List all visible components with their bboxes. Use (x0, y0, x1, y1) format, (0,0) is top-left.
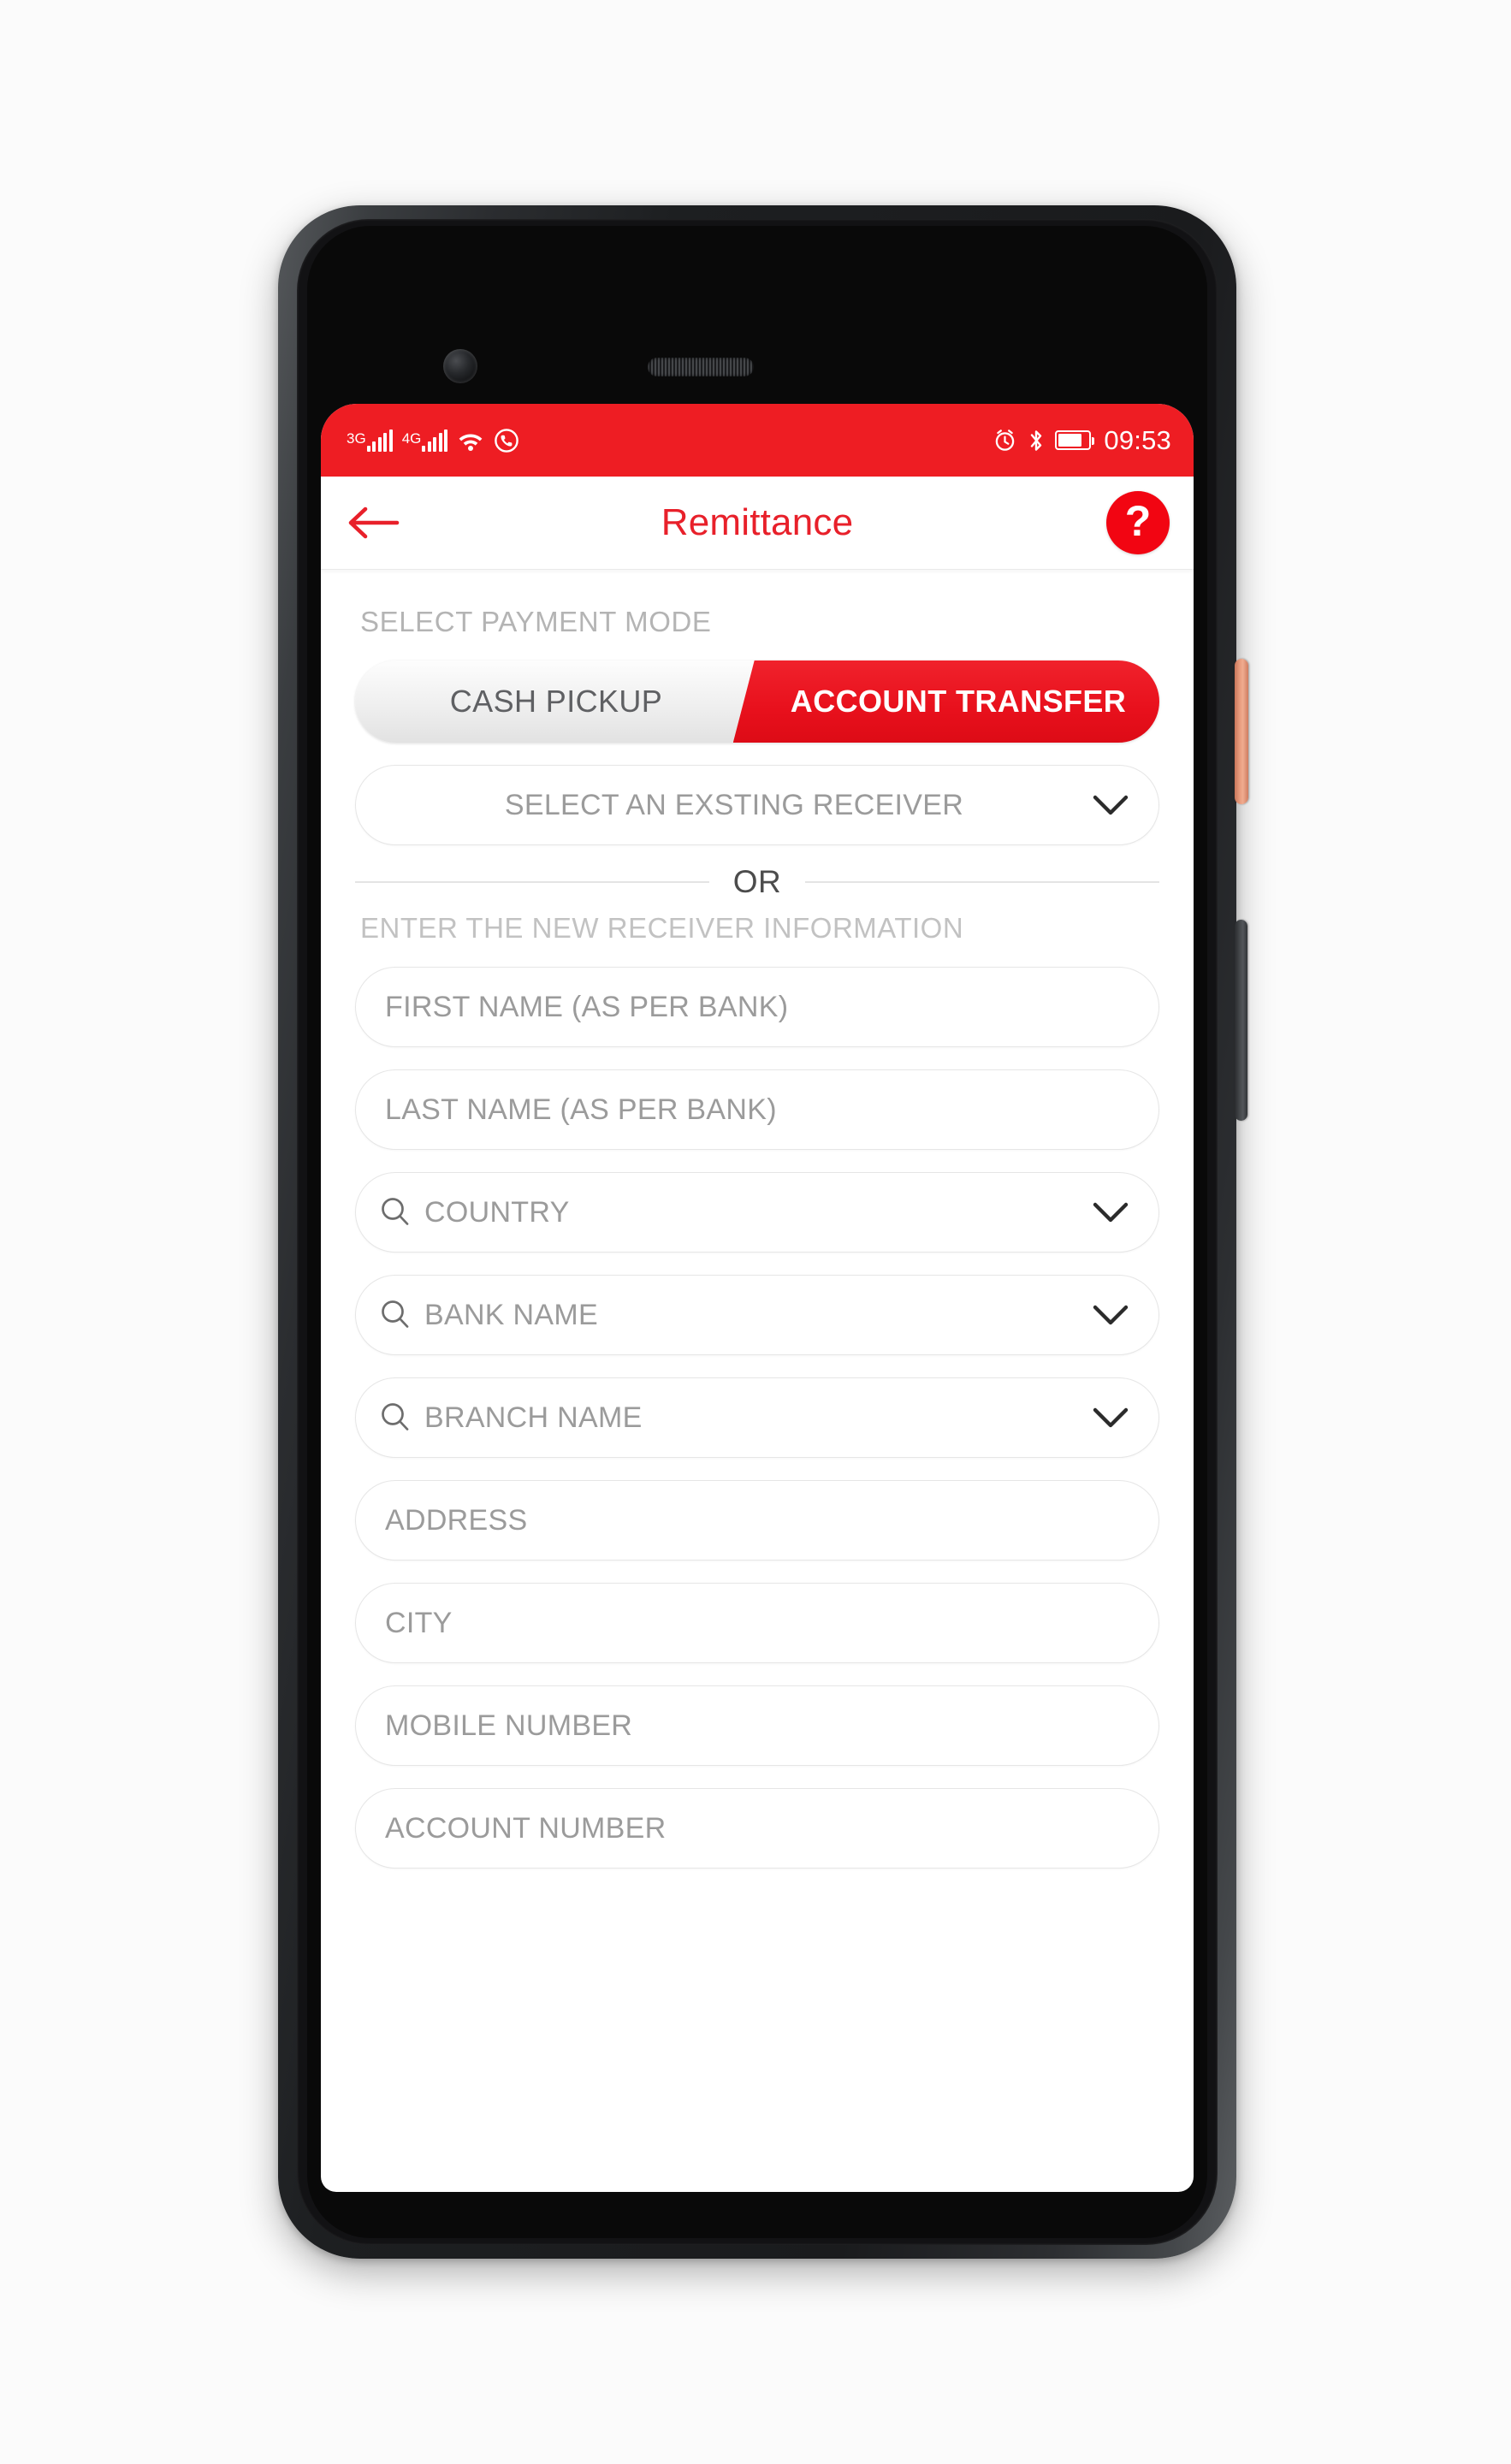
payment-mode-toggle: CASH PICKUP ACCOUNT TRANSFER (355, 660, 1159, 743)
city-placeholder: CITY (385, 1606, 453, 1639)
phone-device: 3G 4G 09:53 Remittance ? SELECT PAYMENT … (278, 205, 1248, 2259)
branch-name-placeholder: BRANCH NAME (424, 1401, 643, 1434)
battery-icon (1055, 430, 1095, 450)
account-number-placeholder: ACCOUNT NUMBER (385, 1811, 667, 1845)
earpiece-speaker-icon (648, 358, 754, 376)
tab-account-transfer[interactable]: ACCOUNT TRANSFER (757, 660, 1159, 743)
branch-name-field[interactable]: BRANCH NAME (355, 1377, 1159, 1458)
first-name-field[interactable]: FIRST NAME (AS PER BANK) (355, 967, 1159, 1047)
network-4g-label: 4G (401, 429, 422, 447)
mobile-number-field[interactable]: MOBILE NUMBER (355, 1685, 1159, 1766)
help-button-label: ? (1124, 497, 1152, 545)
city-field[interactable]: CITY (355, 1583, 1159, 1663)
volume-rocker-button[interactable] (1235, 920, 1247, 1121)
last-name-placeholder: LAST NAME (AS PER BANK) (385, 1093, 777, 1126)
bank-name-placeholder: BANK NAME (424, 1298, 598, 1331)
wifi-icon (459, 434, 483, 451)
status-bar-left-group: 3G 4G (347, 428, 519, 453)
chevron-down-icon (1093, 1407, 1129, 1428)
country-placeholder: COUNTRY (424, 1195, 570, 1229)
help-button[interactable]: ? (1106, 491, 1170, 554)
bank-name-field[interactable]: BANK NAME (355, 1275, 1159, 1355)
app-bar: Remittance ? (321, 477, 1194, 570)
divider-rule-left (355, 881, 709, 883)
or-divider: OR (355, 864, 1159, 900)
chevron-down-icon (1093, 1305, 1129, 1325)
first-name-placeholder: FIRST NAME (AS PER BANK) (385, 990, 789, 1023)
phone-screen: 3G 4G 09:53 Remittance ? SELECT PAYMENT … (321, 404, 1194, 2192)
page-title: Remittance (661, 501, 854, 543)
existing-receiver-select[interactable]: SELECT AN EXSTING RECEIVER (355, 765, 1159, 845)
status-time: 09:53 (1104, 424, 1171, 455)
address-field[interactable]: ADDRESS (355, 1480, 1159, 1561)
bluetooth-icon (1031, 429, 1042, 451)
front-camera-icon (443, 349, 477, 383)
divider-rule-right (805, 881, 1159, 883)
back-arrow-icon (348, 506, 400, 539)
chevron-down-icon (1093, 795, 1129, 815)
network-3g-label: 3G (347, 429, 366, 447)
or-divider-label: OR (732, 864, 782, 899)
back-button[interactable] (343, 492, 405, 554)
signal-3g-indicator: 3G (347, 429, 393, 452)
existing-receiver-label: SELECT AN EXSTING RECEIVER (504, 788, 964, 821)
power-button[interactable] (1235, 659, 1248, 804)
call-icon (495, 428, 519, 453)
address-placeholder: ADDRESS (385, 1503, 528, 1537)
search-icon (382, 1300, 409, 1328)
tab-cash-pickup-label: CASH PICKUP (449, 684, 663, 719)
signal-4g-indicator: 4G (402, 429, 448, 452)
signal-bars-icon (422, 429, 448, 452)
new-receiver-section-label: ENTER THE NEW RECEIVER INFORMATION (360, 912, 964, 944)
account-number-field[interactable]: ACCOUNT NUMBER (355, 1788, 1159, 1869)
chevron-down-icon (1093, 1202, 1129, 1223)
tab-cash-pickup[interactable]: CASH PICKUP (355, 660, 757, 743)
alarm-icon (996, 429, 1015, 451)
mobile-number-placeholder: MOBILE NUMBER (385, 1709, 633, 1742)
payment-mode-section-label: SELECT PAYMENT MODE (360, 606, 712, 637)
screen-content: SELECT PAYMENT MODE CASH PICKUP ACCOUNT … (321, 606, 1194, 1869)
status-bar: 3G 4G 09:53 (321, 404, 1194, 477)
status-bar-right-group: 09:53 (993, 425, 1171, 456)
last-name-field[interactable]: LAST NAME (AS PER BANK) (355, 1069, 1159, 1150)
search-icon (382, 1403, 409, 1430)
search-icon (382, 1198, 409, 1225)
tab-account-transfer-label: ACCOUNT TRANSFER (790, 684, 1127, 719)
signal-bars-icon (366, 429, 393, 452)
country-field[interactable]: COUNTRY (355, 1172, 1159, 1253)
